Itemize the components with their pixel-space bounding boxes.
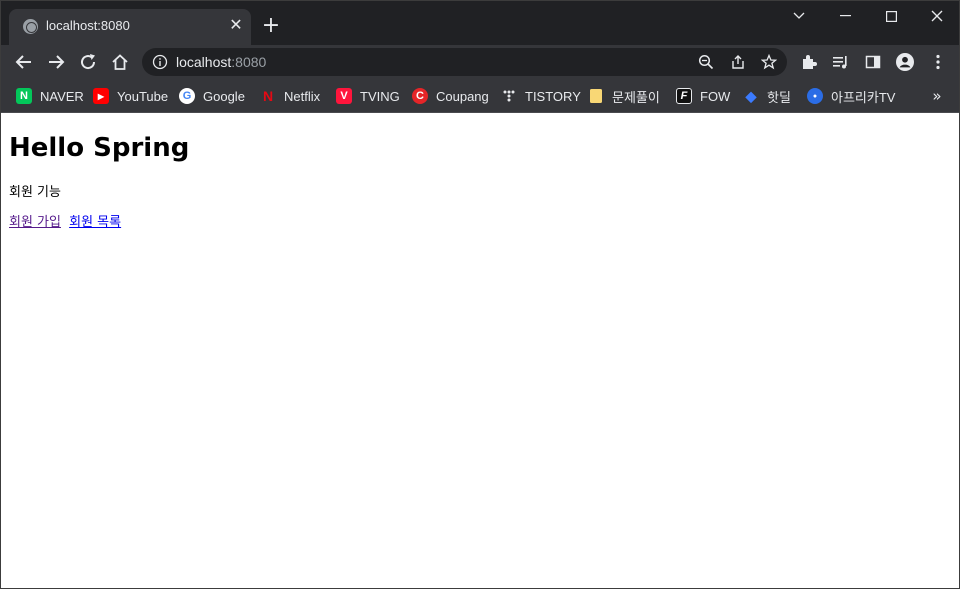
- url-host: localhost: [176, 54, 232, 70]
- bookmark-label: YouTube: [117, 88, 169, 104]
- page-subtitle: 회원 기능: [9, 185, 61, 200]
- bookmark-label: Google: [203, 88, 245, 104]
- link-member-signup[interactable]: 회원 가입: [9, 215, 61, 230]
- side-panel-icon[interactable]: [864, 53, 882, 71]
- browser-window: localhost:8080 ✕ + localhost:8080 N NAVE…: [0, 0, 960, 589]
- afreecatv-icon: ●: [807, 88, 823, 104]
- bookmark-label: NAVER: [40, 88, 84, 104]
- bookmark-hotdeal[interactable]: ◆ 핫딜: [743, 85, 791, 107]
- bookmark-label: FOW: [700, 88, 731, 104]
- bookmark-tistory[interactable]: TISTORY: [501, 85, 581, 107]
- coupang-icon: C: [412, 88, 428, 104]
- folder-icon: [588, 88, 604, 104]
- page-content: Hello Spring 회원 기능 회원 가입 회원 목록: [1, 113, 959, 588]
- minimize-icon: [839, 15, 851, 17]
- minimize-button[interactable]: [822, 1, 868, 31]
- bookmark-label: 핫딜: [767, 89, 791, 105]
- tab-close-icon[interactable]: ✕: [227, 16, 245, 34]
- reload-button[interactable]: [75, 49, 101, 75]
- google-icon: G: [179, 88, 195, 104]
- tab-title: localhost:8080: [46, 18, 130, 33]
- arrow-right-icon: [49, 55, 65, 69]
- bookmark-tving[interactable]: V TVING: [336, 85, 400, 107]
- extensions-icon[interactable]: [800, 53, 818, 71]
- media-queue-icon[interactable]: [832, 53, 850, 71]
- address-bar[interactable]: localhost:8080: [142, 48, 787, 76]
- url-port: :8080: [231, 54, 267, 70]
- globe-icon: [23, 19, 38, 34]
- member-links: 회원 가입 회원 목록: [9, 211, 125, 230]
- home-icon: [112, 54, 128, 70]
- new-tab-button[interactable]: +: [259, 15, 283, 39]
- tving-icon: V: [336, 88, 352, 104]
- hotdeal-icon: ◆: [745, 87, 757, 104]
- share-icon[interactable]: [729, 53, 747, 71]
- bookmark-label: TISTORY: [525, 88, 581, 104]
- bookmark-naver[interactable]: N NAVER: [16, 85, 84, 107]
- page-heading: Hello Spring: [9, 133, 190, 163]
- naver-icon: N: [16, 88, 32, 104]
- bookmark-label: 아프리카TV: [831, 89, 896, 105]
- youtube-icon: ▶: [93, 88, 109, 104]
- info-icon[interactable]: [152, 54, 168, 70]
- tab-search-button[interactable]: [776, 1, 822, 31]
- bookmark-folder-problems[interactable]: 문제풀이: [588, 85, 660, 107]
- bookmark-fow[interactable]: F FOW: [676, 85, 730, 107]
- bookmark-afreecatv[interactable]: ● 아프리카TV: [807, 85, 895, 107]
- star-icon[interactable]: [760, 53, 778, 71]
- maximize-icon: [885, 10, 897, 22]
- chevron-down-icon: [793, 12, 805, 19]
- bookmark-label: TVING: [360, 88, 400, 104]
- zoom-icon[interactable]: [697, 53, 715, 71]
- tistory-icon: [501, 88, 517, 104]
- bookmark-netflix[interactable]: N Netflix: [260, 85, 320, 107]
- bookmarks-overflow-icon[interactable]: »: [927, 85, 947, 107]
- bookmark-label: Coupang: [436, 88, 489, 104]
- bookmark-google[interactable]: G Google: [179, 85, 245, 107]
- arrow-left-icon: [15, 55, 31, 69]
- more-vert-icon[interactable]: [929, 53, 947, 71]
- bookmarks-bar: N NAVER ▶ YouTube G Google N Netflix V T…: [1, 79, 959, 113]
- url-text[interactable]: localhost:8080: [176, 54, 266, 70]
- back-button[interactable]: [11, 49, 37, 75]
- forward-button[interactable]: [43, 49, 69, 75]
- bookmark-coupang[interactable]: C Coupang: [412, 85, 489, 107]
- maximize-button[interactable]: [868, 1, 914, 31]
- fow-icon: F: [676, 88, 692, 104]
- reload-icon: [81, 54, 96, 70]
- home-button[interactable]: [107, 49, 133, 75]
- profile-avatar-icon[interactable]: [896, 53, 914, 71]
- bookmark-label: 문제풀이: [612, 89, 660, 105]
- close-window-button[interactable]: [914, 1, 959, 31]
- close-icon: [931, 10, 943, 22]
- tab-active[interactable]: localhost:8080 ✕: [9, 9, 251, 45]
- toolbar: localhost:8080: [1, 45, 959, 79]
- link-member-list[interactable]: 회원 목록: [69, 215, 121, 230]
- bookmark-label: Netflix: [284, 88, 321, 104]
- title-bar: localhost:8080 ✕ +: [1, 1, 959, 45]
- netflix-icon: N: [262, 88, 274, 104]
- bookmark-youtube[interactable]: ▶ YouTube: [93, 85, 168, 107]
